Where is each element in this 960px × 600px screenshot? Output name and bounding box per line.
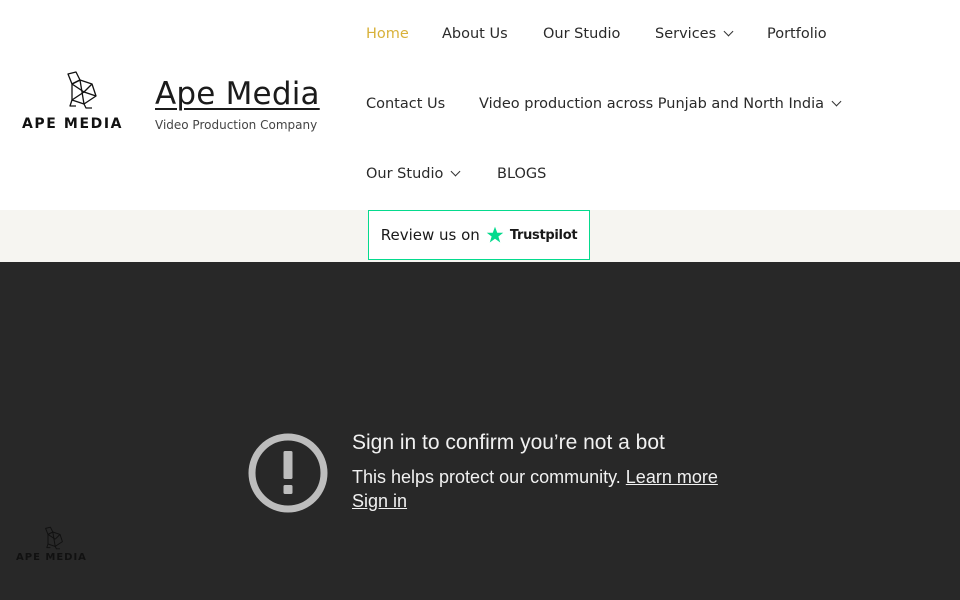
nav-services[interactable]: Services	[655, 26, 734, 42]
nav-home-label: Home	[366, 26, 409, 42]
chevron-down-icon	[831, 96, 842, 107]
trustpilot-label: Review us on	[380, 226, 480, 244]
nav-video-production-label: Video production across Punjab and North…	[479, 96, 825, 112]
bot-check-subtitle: This helps protect our community. Learn …	[352, 467, 718, 488]
site-title-link[interactable]: Ape Media	[155, 76, 320, 112]
nav-about-us[interactable]: About Us	[442, 26, 508, 42]
ape-logo-icon	[45, 526, 63, 550]
nav-contact-us[interactable]: Contact Us	[366, 96, 445, 112]
trustpilot-star-icon	[486, 226, 504, 243]
nav-studio-label: Our Studio	[543, 26, 621, 42]
nav-our-studio[interactable]: Our Studio	[543, 26, 620, 42]
ape-logo-icon	[67, 71, 97, 109]
nav-services-label: Services	[655, 26, 717, 42]
sign-in-link[interactable]: Sign in	[352, 491, 407, 512]
nav-blogs[interactable]: BLOGS	[497, 166, 546, 182]
nav-portfolio-label: Portfolio	[767, 26, 827, 42]
site-tagline: Video Production Company	[155, 118, 318, 132]
floating-logo[interactable]: APE MEDIA	[16, 526, 92, 570]
floating-logo-wordmark: APE MEDIA	[16, 552, 87, 563]
bot-check-title: Sign in to confirm you’re not a bot	[352, 431, 665, 454]
site-logo[interactable]: APE MEDIA	[22, 70, 140, 134]
nav-about-label: About Us	[442, 26, 508, 42]
trustpilot-brand: Trustpilot	[509, 227, 578, 243]
nav-portfolio[interactable]: Portfolio	[767, 26, 827, 42]
exclamation-circle-icon	[248, 433, 328, 513]
nav-blogs-label: BLOGS	[497, 166, 547, 182]
nav-video-production[interactable]: Video production across Punjab and North…	[479, 96, 842, 112]
chevron-down-icon	[723, 26, 734, 37]
learn-more-link[interactable]: Learn more	[626, 467, 718, 487]
nav-studio-2-label: Our Studio	[366, 166, 444, 182]
logo-wordmark: APE MEDIA	[22, 116, 124, 132]
bot-check-subtitle-text: This helps protect our community.	[352, 467, 621, 487]
nav-our-studio-2[interactable]: Our Studio	[366, 166, 461, 182]
nav-home[interactable]: Home	[366, 26, 409, 42]
nav-contact-label: Contact Us	[366, 96, 446, 112]
chevron-down-icon	[450, 166, 461, 177]
trustpilot-review-button[interactable]: Review us on Trustpilot	[368, 210, 590, 260]
site-header: APE MEDIA Ape Media Video Production Com…	[0, 0, 960, 210]
